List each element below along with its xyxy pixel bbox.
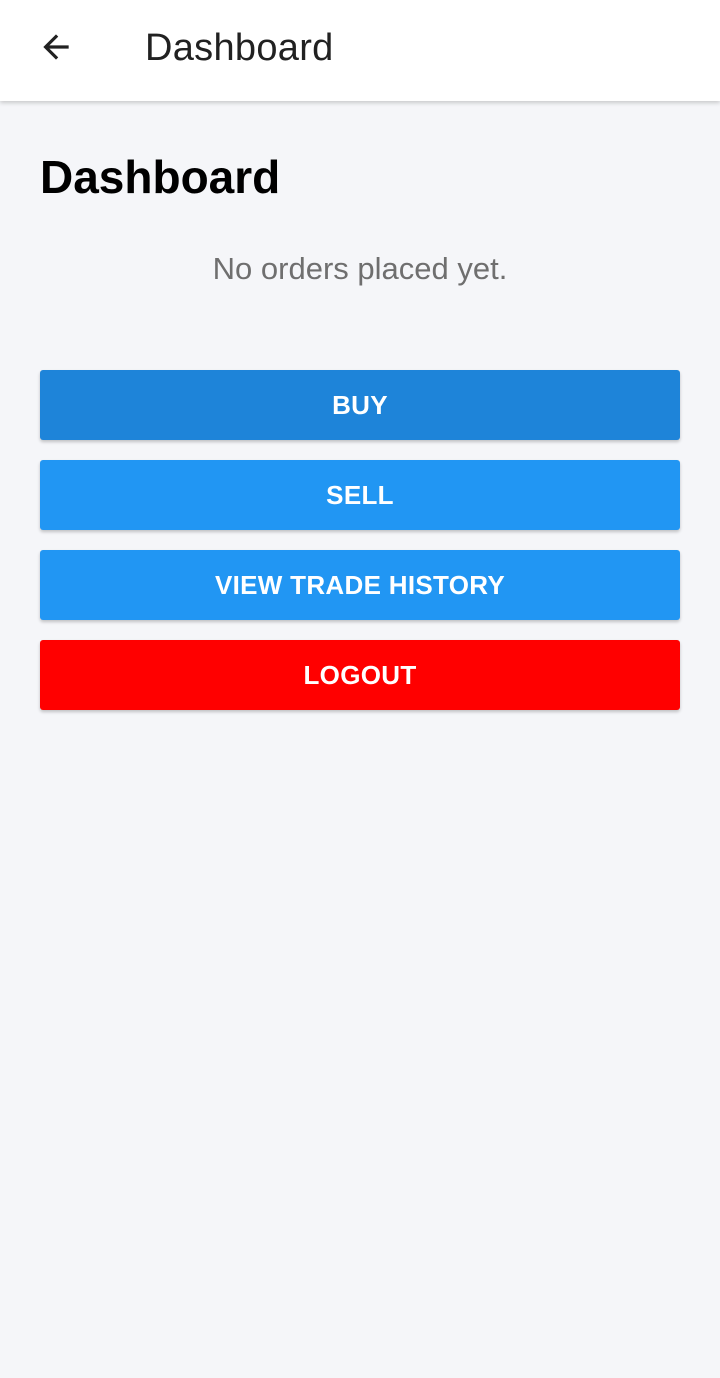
view-trade-history-button[interactable]: VIEW TRADE HISTORY [40, 550, 680, 620]
app-bar-title: Dashboard [145, 27, 334, 69]
arrow-left-icon [43, 34, 69, 60]
empty-orders-message: No orders placed yet. [212, 251, 508, 286]
app-bar: Dashboard [0, 0, 720, 101]
page-title: Dashboard [40, 151, 281, 203]
logout-button[interactable]: LOGOUT [40, 640, 680, 710]
sell-button[interactable]: SELL [40, 460, 680, 530]
back-button[interactable] [22, 13, 90, 81]
buy-button[interactable]: BUY [40, 370, 680, 440]
app-screen: Dashboard Dashboard No orders placed yet… [0, 0, 720, 1378]
dashboard-content: Dashboard No orders placed yet. BUY SELL… [0, 101, 720, 1378]
